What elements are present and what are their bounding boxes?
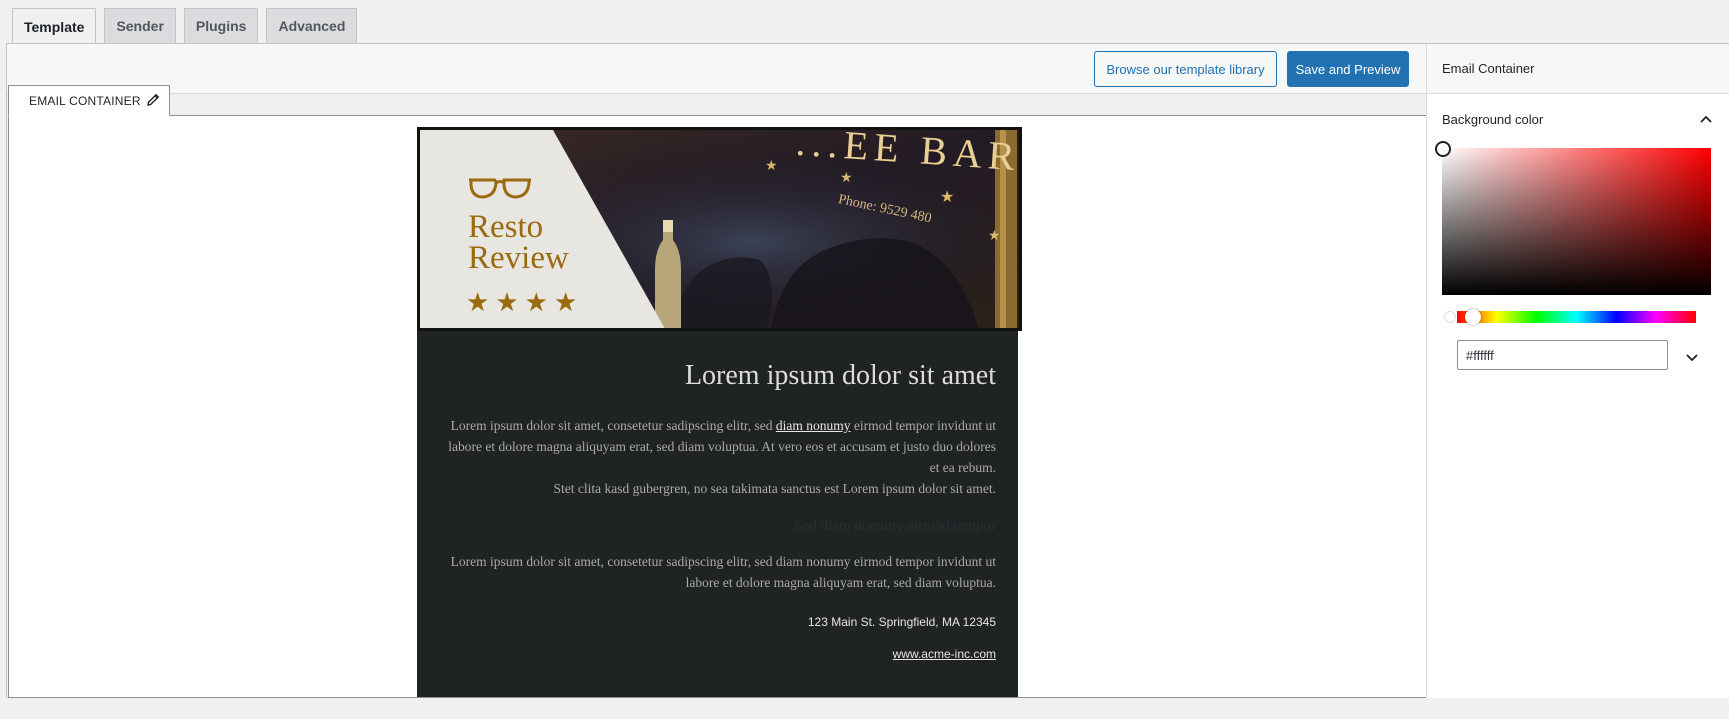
saturation-handle[interactable] [1435,141,1451,157]
editor-toolbar: Browse our template library Save and Pre… [7,44,1427,94]
svg-text:★: ★ [988,227,1001,243]
svg-text:★: ★ [940,189,954,206]
tab-template[interactable]: Template [12,8,97,44]
email-preview[interactable]: ...EE BAR Phone: 9529 480 ★ ★ ★ ★ Resto … [417,127,1022,697]
email-subheading[interactable]: Sed diam nonumy eirmod tempor [439,515,996,537]
glasses-icon [469,178,531,199]
tab-advanced[interactable]: Advanced [266,8,358,43]
paragraph-1-line-2: Stet clita kasd gubergren, no sea takima… [553,481,996,496]
email-paragraph-2[interactable]: Lorem ipsum dolor sit amet, consetetur s… [439,551,996,593]
rating-stars: ★ ★ ★ ★ [466,287,578,317]
email-canvas: ...EE BAR Phone: 9529 480 ★ ★ ★ ★ Resto … [8,115,1427,698]
email-address[interactable]: 123 Main St. Springfield, MA 12345 [439,615,996,629]
diam-nonumy-link[interactable]: diam nonumy [776,418,851,433]
star-icon: ★ [495,287,519,317]
svg-text:★: ★ [840,169,853,185]
logo-text: Resto Review [468,209,569,276]
email-body: Lorem ipsum dolor sit amet Lorem ipsum d… [439,331,996,661]
background-color-label: Background color [1442,111,1544,127]
browse-template-library-button[interactable]: Browse our template library [1094,51,1277,87]
email-container-tab[interactable]: EMAIL CONTAINER [8,85,170,116]
hex-color-input[interactable] [1457,340,1668,370]
pencil-icon[interactable] [145,92,161,108]
bottom-strip [0,698,1729,719]
hero-banner[interactable]: ...EE BAR Phone: 9529 480 ★ ★ ★ ★ Resto … [417,127,1022,331]
star-icon: ★ [466,287,490,317]
background-color-section[interactable]: Background color [1427,94,1729,144]
email-paragraph-1[interactable]: Lorem ipsum dolor sit amet, consetetur s… [439,415,996,499]
email-container-tab-label: EMAIL CONTAINER [29,93,141,108]
sidebar-title: Email Container [1427,44,1729,94]
hue-slider[interactable] [1457,309,1696,325]
save-and-preview-button[interactable]: Save and Preview [1287,51,1409,87]
alpha-indicator [1444,311,1456,323]
chevron-down-icon[interactable] [1685,350,1699,364]
website-link[interactable]: www.acme-inc.com [439,647,996,661]
logo-line-1: Resto [468,209,544,245]
color-saturation-picker[interactable] [1435,141,1711,295]
settings-tabs: Template Sender Plugins Advanced [12,8,358,44]
svg-text:★: ★ [765,157,778,173]
tab-plugins[interactable]: Plugins [183,8,259,43]
logo-line-2: Review [468,240,569,276]
chevron-up-icon[interactable] [1699,112,1713,126]
settings-sidebar: Email Container Background color [1426,44,1729,698]
star-icon: ★ [524,287,548,317]
star-icon: ★ [553,287,578,317]
hue-handle[interactable] [1465,309,1481,325]
paragraph-1-text-before: Lorem ipsum dolor sit amet, consetetur s… [450,418,776,433]
tab-sender[interactable]: Sender [104,8,176,43]
email-heading[interactable]: Lorem ipsum dolor sit amet [439,360,996,392]
